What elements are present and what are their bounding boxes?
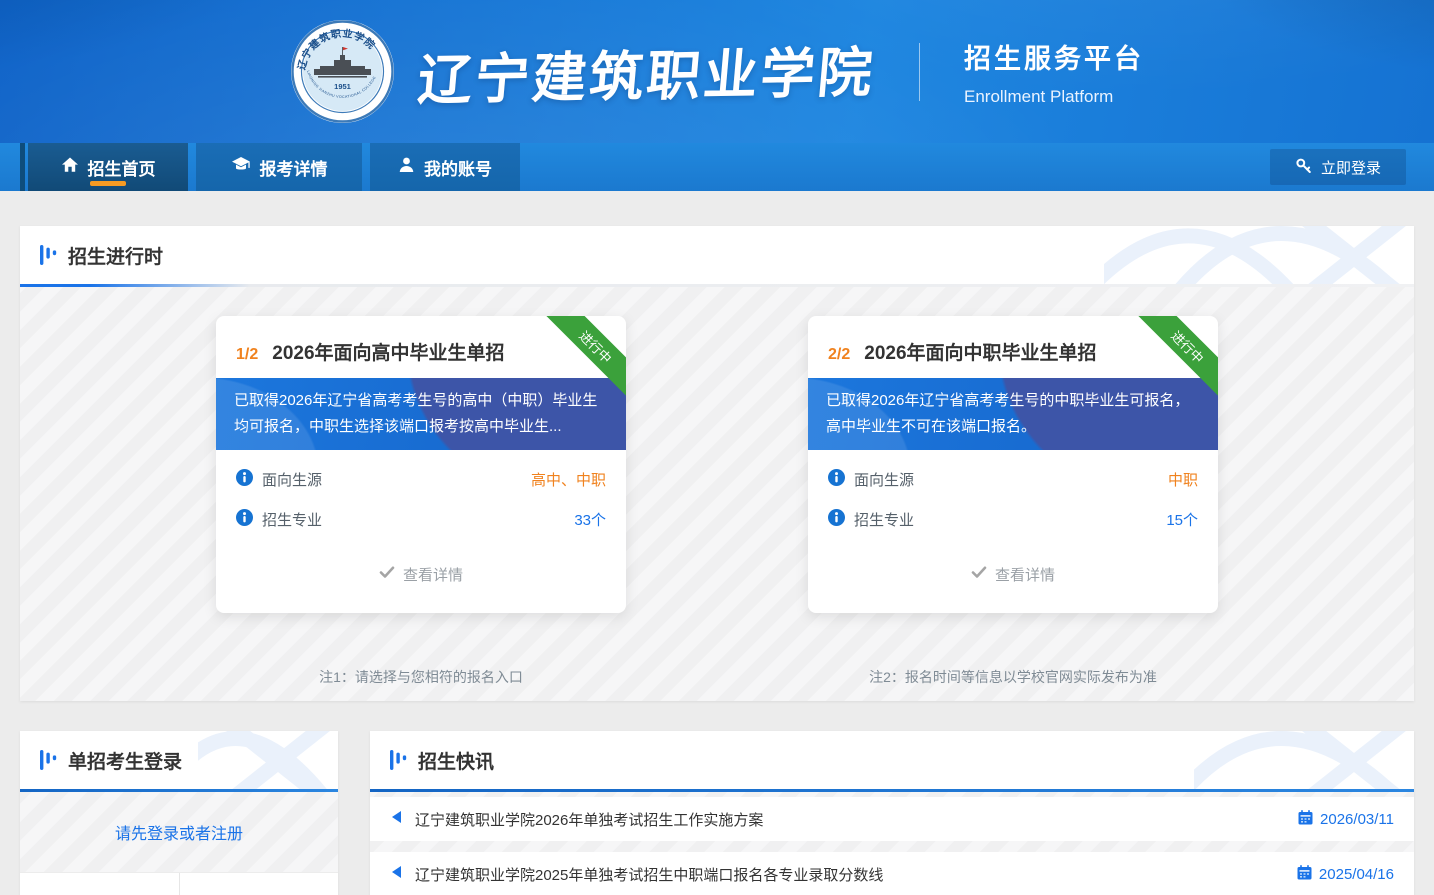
school-name: 辽宁建筑职业学院: [415, 28, 879, 115]
news-item[interactable]: 辽宁建筑职业学院2026年单独考试招生工作实施方案 2026/03/11: [370, 797, 1414, 841]
main-nav: 招生首页 报考详情 我的账号 立即登: [0, 143, 1434, 191]
tab-label: 我的账号: [424, 155, 492, 180]
watermark-decoration: [198, 731, 338, 789]
logo-year: 1951: [334, 82, 351, 91]
note-2: 注2：报名时间等信息以学校官网实际发布为准: [808, 667, 1218, 687]
info-icon: [236, 469, 253, 490]
home-icon: [61, 156, 79, 178]
enroll-card-highschool[interactable]: 进行中 1/2 2026年面向高中毕业生单招 已取得2026年辽宁省高考考生号的…: [216, 316, 626, 613]
user-icon: [398, 156, 415, 178]
row-label-text: 招生专业: [854, 509, 914, 530]
card-title: 2026年面向中职毕业生单招: [864, 338, 1096, 365]
section-bars-icon: [40, 750, 57, 770]
card-title: 2026年面向高中毕业生单招: [272, 338, 504, 365]
key-icon: [1295, 157, 1312, 178]
triangle-left-icon: [390, 810, 402, 829]
tab-application-details[interactable]: 报考详情: [196, 143, 362, 191]
news-item-date: 2026/03/11: [1320, 811, 1394, 828]
triangle-left-icon: [390, 865, 402, 884]
login-button[interactable]: 立即登录: [1270, 149, 1406, 185]
row-label-text: 招生专业: [262, 509, 322, 530]
info-icon: [828, 469, 845, 490]
nav-left-sliver: [20, 143, 25, 191]
tab-my-account[interactable]: 我的账号: [370, 143, 520, 191]
news-item-title: 辽宁建筑职业学院2025年单独考试招生中职端口报名各专业录取分数线: [415, 864, 1297, 885]
news-item-date: 2025/04/16: [1319, 866, 1394, 883]
view-details-label: 查看详情: [995, 564, 1055, 585]
tab-enroll-home[interactable]: 招生首页: [28, 143, 188, 191]
view-details-link[interactable]: 查看详情: [808, 564, 1218, 585]
calendar-icon: [1297, 865, 1312, 884]
news-item-title: 辽宁建筑职业学院2026年单独考试招生工作实施方案: [415, 809, 1298, 830]
section-title: 单招考生登录: [68, 747, 182, 774]
candidate-login-panel: 单招考生登录 请先登录或者注册: [20, 731, 338, 895]
source-value: 高中、中职: [531, 469, 606, 490]
section-bars-icon: [40, 245, 57, 265]
info-icon: [828, 509, 845, 530]
section-bars-icon: [390, 750, 407, 770]
card-description: 已取得2026年辽宁省高考考生号的高中（中职）毕业生均可报名，中职生选择该端口报…: [216, 378, 626, 450]
section-title: 招生快讯: [418, 747, 494, 774]
platform-title: 招生服务平台: [964, 37, 1144, 76]
header-divider: [919, 43, 920, 101]
calendar-icon: [1298, 810, 1313, 829]
view-details-label: 查看详情: [403, 564, 463, 585]
check-icon: [379, 566, 395, 583]
school-logo: 1951 辽宁建筑职业学院 LIAONING JIANZHU VOCATIONA…: [290, 19, 395, 124]
tab-label: 招生首页: [88, 155, 156, 180]
row-label-text: 面向生源: [262, 469, 322, 490]
platform-subtitle: Enrollment Platform: [964, 87, 1144, 107]
check-icon: [971, 566, 987, 583]
tab-label: 报考详情: [260, 155, 328, 180]
login-cell-left[interactable]: [20, 873, 180, 895]
card-index: 1/2: [236, 346, 258, 364]
active-tab-indicator: [90, 181, 126, 186]
login-cell-right[interactable]: [180, 873, 339, 895]
news-panel: 招生快讯 辽宁建筑职业学院2026年单独考试招生工作实施方案: [370, 731, 1414, 895]
card-index: 2/2: [828, 346, 850, 364]
watermark-decoration: [1104, 226, 1414, 284]
view-details-link[interactable]: 查看详情: [216, 564, 626, 585]
source-value: 中职: [1168, 469, 1198, 490]
majors-count[interactable]: 33个: [574, 509, 606, 530]
info-icon: [236, 509, 253, 530]
watermark-decoration: [1194, 731, 1414, 789]
card-description: 已取得2026年辽宁省高考考生号的中职毕业生可报名，高中毕业生不可在该端口报名。: [808, 378, 1218, 450]
note-1: 注1：请选择与您相符的报名入口: [216, 667, 626, 687]
site-header: 1951 辽宁建筑职业学院 LIAONING JIANZHU VOCATIONA…: [0, 0, 1434, 143]
grad-cap-icon: [231, 156, 251, 178]
news-item[interactable]: 辽宁建筑职业学院2025年单独考试招生中职端口报名各专业录取分数线 2025/0…: [370, 852, 1414, 895]
enroll-card-vocational[interactable]: 进行中 2/2 2026年面向中职毕业生单招 已取得2026年辽宁省高考考生号的…: [808, 316, 1218, 613]
majors-count[interactable]: 15个: [1166, 509, 1198, 530]
login-register-link[interactable]: 请先登录或者注册: [115, 820, 243, 844]
section-title: 招生进行时: [68, 242, 163, 269]
login-button-label: 立即登录: [1321, 157, 1381, 178]
ongoing-enrollment-section: 招生进行时 进行中 1/2 2026年面向高中毕业生单招: [20, 226, 1414, 701]
row-label-text: 面向生源: [854, 469, 914, 490]
